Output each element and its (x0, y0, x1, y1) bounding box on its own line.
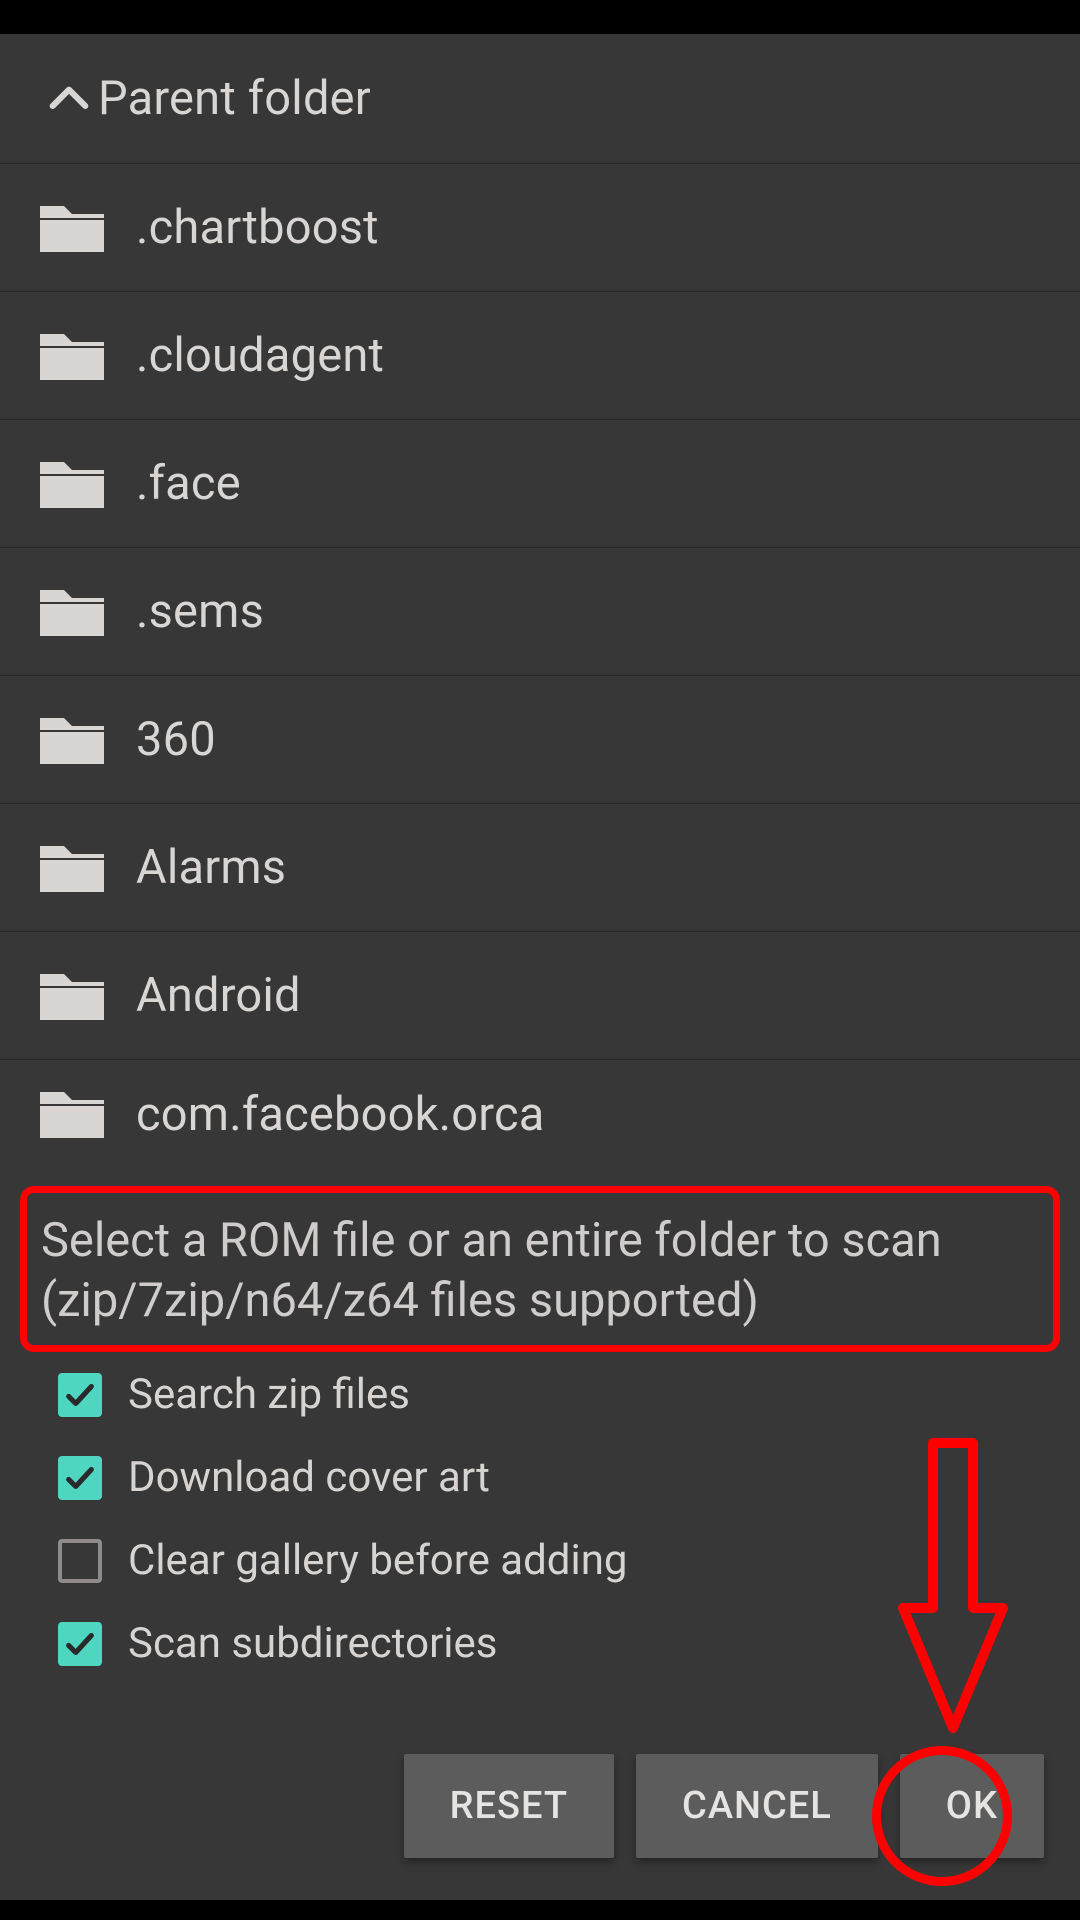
folder-icon (40, 586, 136, 638)
parent-folder-label: Parent folder (98, 71, 371, 126)
parent-folder-row[interactable]: Parent folder (0, 34, 1080, 164)
file-list: Parent folder .chartboost .cloudagent .f… (0, 34, 1080, 1168)
folder-row[interactable]: .chartboost (0, 164, 1080, 292)
folder-name: .face (136, 456, 241, 511)
folder-name: com.facebook.orca (136, 1087, 545, 1142)
folder-icon (40, 970, 136, 1022)
folder-icon (40, 202, 136, 254)
folder-row[interactable]: 360 (0, 676, 1080, 804)
instruction-text: Select a ROM file or an entire folder to… (41, 1211, 1039, 1331)
checkbox-checked-icon[interactable] (58, 1622, 102, 1666)
checkbox-checked-icon[interactable] (58, 1373, 102, 1417)
instruction-highlight: Select a ROM file or an entire folder to… (20, 1186, 1060, 1352)
folder-icon (40, 714, 136, 766)
option-label: Clear gallery before adding (128, 1536, 628, 1585)
folder-row[interactable]: Android (0, 932, 1080, 1060)
reset-button[interactable]: RESET (404, 1754, 614, 1858)
cancel-button[interactable]: CANCEL (636, 1754, 878, 1858)
option-download-cover-art[interactable]: Download cover art (58, 1453, 1080, 1502)
folder-row[interactable]: .cloudagent (0, 292, 1080, 420)
folder-name: 360 (136, 712, 216, 767)
option-scan-subdirs[interactable]: Scan subdirectories (58, 1619, 1080, 1668)
folder-picker-dialog: Parent folder .chartboost .cloudagent .f… (0, 34, 1080, 1900)
checkbox-unchecked-icon[interactable] (58, 1539, 102, 1583)
folder-name: Android (136, 968, 301, 1023)
checkbox-checked-icon[interactable] (58, 1456, 102, 1500)
folder-row[interactable]: .face (0, 420, 1080, 548)
chevron-up-icon (40, 70, 98, 128)
scan-options: Search zip files Download cover art Clea… (58, 1370, 1080, 1668)
folder-icon (40, 842, 136, 894)
option-label: Search zip files (128, 1370, 410, 1419)
folder-name: Alarms (136, 840, 286, 895)
folder-icon (40, 1088, 136, 1140)
option-search-zip[interactable]: Search zip files (58, 1370, 1080, 1419)
folder-row[interactable]: com.facebook.orca (0, 1060, 1080, 1168)
dialog-button-bar: RESET CANCEL OK (404, 1754, 1044, 1858)
folder-row[interactable]: Alarms (0, 804, 1080, 932)
folder-name: .chartboost (136, 200, 379, 255)
folder-name: .sems (136, 584, 264, 639)
folder-row[interactable]: .sems (0, 548, 1080, 676)
option-label: Scan subdirectories (128, 1619, 497, 1668)
option-label: Download cover art (128, 1453, 490, 1502)
ok-button[interactable]: OK (900, 1754, 1044, 1858)
folder-name: .cloudagent (136, 328, 384, 383)
folder-icon (40, 458, 136, 510)
option-clear-gallery[interactable]: Clear gallery before adding (58, 1536, 1080, 1585)
folder-icon (40, 330, 136, 382)
